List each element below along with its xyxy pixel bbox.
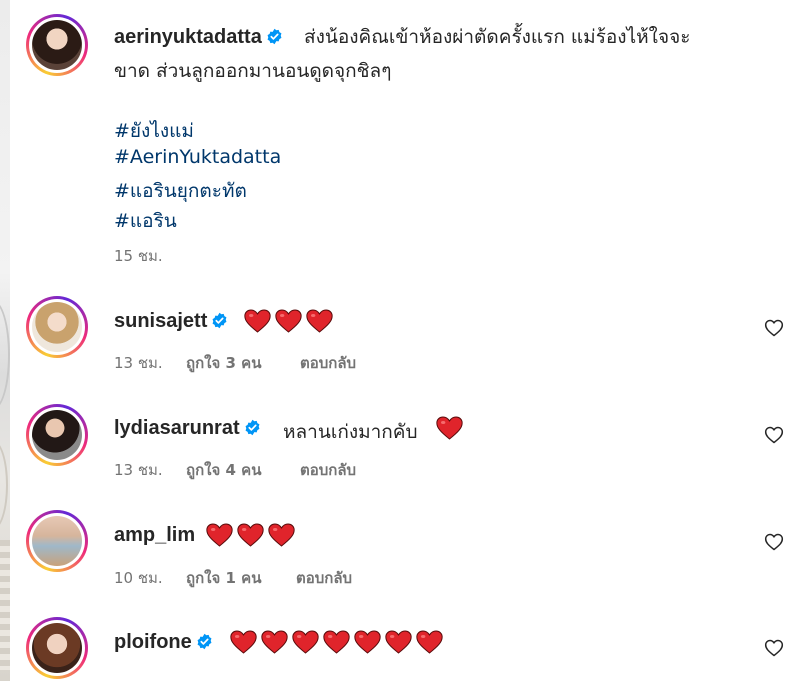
post-author-username-text[interactable]: aerinyuktadatta [114,26,262,48]
comment-username-text[interactable]: amp_lim [114,524,195,546]
background-image-edge [0,0,10,681]
post-author-username[interactable]: aerinyuktadatta [114,26,283,49]
red-heart-emoji-icon [261,630,288,654]
instagram-comments-panel: aerinyuktadatta ส่งน้องคิณเข้าห้องผ่าตัด… [0,0,800,681]
red-heart-emoji-icon [354,630,381,654]
red-heart-emoji-icon [230,630,257,654]
comment-likes-count[interactable]: ถูกใจ 4 คน [186,458,261,482]
red-heart-emoji-icon [323,630,350,654]
red-heart-emoji-icon [244,309,271,333]
comment-timestamp[interactable]: 13 ชม. [114,458,163,482]
red-heart-emoji-icon [385,630,412,654]
reply-button[interactable]: ตอบกลับ [300,351,356,375]
red-heart-emoji-icon [436,416,463,440]
comment-timestamp[interactable]: 13 ชม. [114,351,163,375]
hashtag-link[interactable]: #แอริน [114,206,177,236]
post-timestamp[interactable]: 15 ชม. [114,244,163,268]
reply-button[interactable]: ตอบกลับ [296,566,352,590]
comment-likes-count[interactable]: ถูกใจ 1 คน [186,566,261,590]
red-heart-emoji-icon [275,309,302,333]
comment-avatar[interactable] [26,510,88,572]
verified-badge-icon [197,633,212,650]
verified-badge-icon [212,312,227,329]
reply-button[interactable]: ตอบกลับ [300,458,356,482]
comment-username-text[interactable]: ploifone [114,631,192,653]
post-caption-line2: ขาด ส่วนลูกออกมานอนดูดจุกชิลๆ [114,60,392,82]
red-heart-emoji-icon [292,630,319,654]
verified-badge-icon [267,28,282,45]
hashtag-link[interactable]: #AerinYuktadatta [114,146,281,168]
hashtag-link[interactable]: #แอรินยุกตะทัต [114,176,247,206]
post-author-avatar[interactable] [26,14,88,76]
red-heart-emoji-icon [268,523,295,547]
heart-outline-icon[interactable] [764,638,784,658]
comment-username[interactable]: amp_lim [114,524,195,547]
post-caption-line1: ส่งน้องคิณเข้าห้องผ่าตัดครั้งแรก แม่ร้อง… [304,26,691,48]
comment-username-text[interactable]: lydiasarunrat [114,417,240,439]
heart-outline-icon[interactable] [764,425,784,445]
hashtag-link[interactable]: #ยังไงแม่ [114,116,194,146]
heart-outline-icon[interactable] [764,532,784,552]
verified-badge-icon [245,419,260,436]
comment-avatar[interactable] [26,617,88,679]
comment-avatar[interactable] [26,404,88,466]
comment-username[interactable]: sunisajett [114,310,228,333]
comment-username[interactable]: ploifone [114,631,213,654]
red-heart-emoji-icon [206,523,233,547]
red-heart-emoji-icon [306,309,333,333]
heart-outline-icon[interactable] [764,318,784,338]
comment-likes-count[interactable]: ถูกใจ 3 คน [186,351,261,375]
comment-text: หลานเก่งมากคับ [283,421,418,443]
comment-heart-emojis [206,523,295,547]
red-heart-emoji-icon [237,523,264,547]
comment-username-text[interactable]: sunisajett [114,310,207,332]
comment-heart-emojis [244,309,333,333]
red-heart-emoji-icon [416,630,443,654]
comment-timestamp[interactable]: 10 ชม. [114,566,163,590]
comment-heart-emojis [436,416,463,440]
comment-username[interactable]: lydiasarunrat [114,417,261,440]
comment-heart-emojis [230,630,443,654]
comment-avatar[interactable] [26,296,88,358]
